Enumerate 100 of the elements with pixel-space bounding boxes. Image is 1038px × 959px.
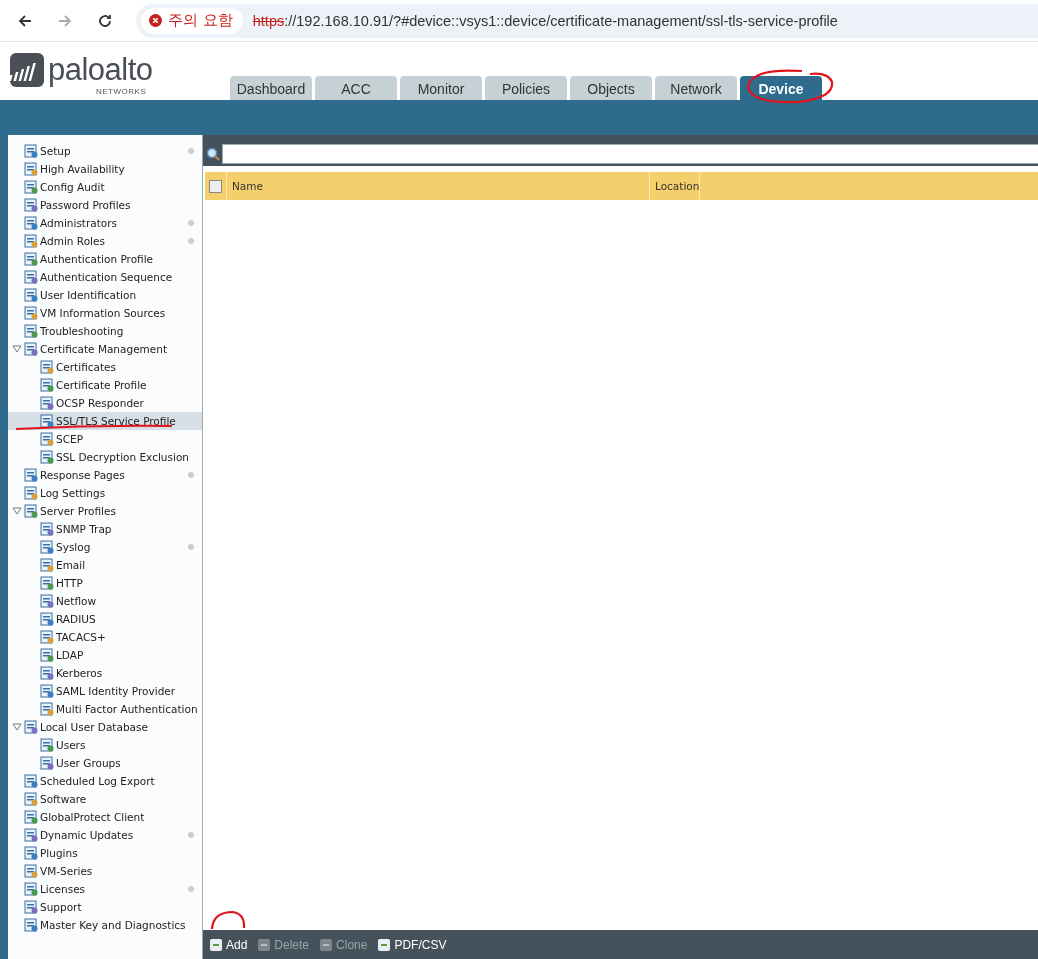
sidebar-item[interactable]: Server Profiles [8,502,202,520]
expanded-icon[interactable] [12,722,22,732]
sidebar-item[interactable]: Users [8,736,202,754]
item-icon [40,450,54,464]
sidebar-item[interactable]: Config Audit [8,178,202,196]
item-icon [24,468,38,482]
sidebar-item[interactable]: Multi Factor Authentication [8,700,202,718]
sidebar-item[interactable]: LDAP [8,646,202,664]
sidebar-item[interactable]: Password Profiles [8,196,202,214]
item-icon [24,252,38,266]
item-icon [24,774,38,788]
search-icon [206,146,220,161]
logo-wordmark: paloalto [48,54,153,85]
sidebar-item[interactable]: User Groups [8,754,202,772]
item-icon [40,360,54,374]
column-header[interactable]: Name [227,172,650,200]
sidebar-item[interactable]: Dynamic Updates [8,826,202,844]
expanded-icon[interactable] [12,344,22,354]
item-icon [24,882,38,896]
sidebar-item[interactable]: Local User Database [8,718,202,736]
sidebar-item[interactable]: Netflow [8,592,202,610]
item-icon [24,846,38,860]
item-icon [24,486,38,500]
item-icon [24,504,38,518]
sidebar-item[interactable]: Kerberos [8,664,202,682]
item-icon [24,324,38,338]
sidebar-item[interactable]: Administrators [8,214,202,232]
item-icon [40,396,54,410]
column-header[interactable]: Location [650,172,701,200]
toolbar-button[interactable]: PDF/CSV [377,937,447,952]
sidebar-item[interactable]: Software [8,790,202,808]
sidebar-item[interactable]: User Identification [8,286,202,304]
sidebar-item[interactable]: Plugins [8,844,202,862]
item-icon [24,144,38,158]
item-icon [40,540,54,554]
sidebar-item[interactable]: Setup [8,142,202,160]
item-icon [24,900,38,914]
item-icon [24,720,38,734]
expanded-icon[interactable] [12,506,22,516]
select-all-checkbox[interactable] [209,179,222,193]
item-icon [40,414,54,428]
sidebar-item[interactable]: Troubleshooting [8,322,202,340]
sidebar-item[interactable]: Authentication Sequence [8,268,202,286]
nav-tab[interactable]: Network [655,76,737,100]
sidebar-item[interactable]: SCEP [8,430,202,448]
item-icon [40,576,54,590]
sidebar-item[interactable]: Syslog [8,538,202,556]
item-icon [40,648,54,662]
sidebar-item[interactable]: VM Information Sources [8,304,202,322]
logo-icon [10,52,44,87]
sidebar-item[interactable]: Authentication Profile [8,250,202,268]
item-icon [24,270,38,284]
sidebar-item[interactable]: SNMP Trap [8,520,202,538]
sidebar-item[interactable]: Licenses [8,880,202,898]
sidebar-item[interactable]: High Availability [8,160,202,178]
sidebar-item[interactable]: Support [8,898,202,916]
toolbar-button[interactable]: Add [209,937,248,952]
nav-tab[interactable]: Dashboard [230,76,312,100]
security-chip[interactable]: 주의 요함 [141,7,243,34]
sidebar-item[interactable]: Certificate Management [8,340,202,358]
item-icon [24,810,38,824]
nav-tab[interactable]: Policies [485,76,567,100]
sidebar-item[interactable]: Response Pages [8,466,202,484]
sidebar-item[interactable]: TACACS+ [8,628,202,646]
item-icon [24,180,38,194]
search-field[interactable] [222,143,1038,164]
item-icon [40,612,54,626]
sidebar-item[interactable]: SSL Decryption Exclusion [8,448,202,466]
sidebar-item[interactable]: SSL/TLS Service Profile [8,412,202,430]
item-icon [24,918,38,932]
sidebar-item[interactable]: Log Settings [8,484,202,502]
warning-icon [149,14,162,27]
back-icon [17,12,33,29]
sidebar-item[interactable]: Master Key and Diagnostics [8,916,202,934]
item-icon [24,198,38,212]
item-icon [24,306,38,320]
nav-tab[interactable]: Device [740,76,822,100]
sidebar-item[interactable]: Scheduled Log Export [8,772,202,790]
nav-tab[interactable]: Objects [570,76,652,100]
url-text: https [252,12,285,29]
sidebar-item[interactable]: GlobalProtect Client [8,808,202,826]
item-icon [24,828,38,842]
sidebar-item[interactable]: RADIUS [8,610,202,628]
nav-tab[interactable]: Monitor [400,76,482,100]
item-icon [24,234,38,248]
item-icon [24,288,38,302]
item-icon [40,594,54,608]
sidebar-item[interactable]: SAML Identity Provider [8,682,202,700]
address-bar[interactable]: 주의 요함 https://192.168.10.91/?#device::vsys1::device/certificate-management/ssl-tls-service-profile [136,3,1038,38]
item-icon [40,666,54,680]
item-icon [40,558,54,572]
item-icon [40,702,54,716]
nav-tab[interactable]: ACC [315,76,397,100]
sidebar-item[interactable]: Admin Roles [8,232,202,250]
sidebar-item[interactable]: Certificate Profile [8,376,202,394]
sidebar-item[interactable]: OCSP Responder [8,394,202,412]
sidebar-item[interactable]: HTTP [8,574,202,592]
sidebar-item[interactable]: VM-Series [8,862,202,880]
sidebar-item[interactable]: Email [8,556,202,574]
sidebar-item[interactable]: Certificates [8,358,202,376]
